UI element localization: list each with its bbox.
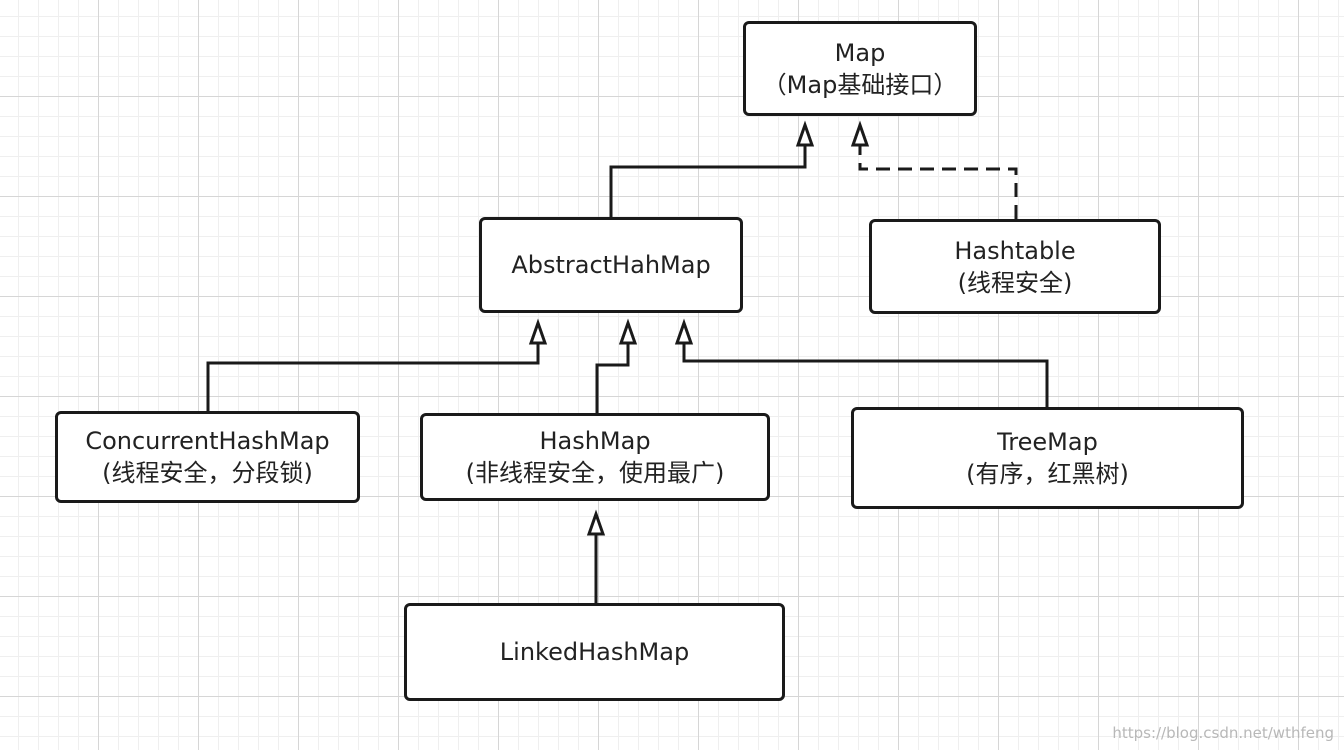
node-linked-hash-map[interactable]: LinkedHashMap [404, 603, 785, 701]
edge-abstract-to-map [609, 145, 807, 217]
edge-linked-to-hashmap-arrowhead [586, 509, 606, 536]
node-concurrent-hash-map-title: ConcurrentHashMap [85, 427, 330, 455]
edge-hashmap-to-abstract-arrowhead [618, 318, 638, 345]
edge-treemap-to-abstract-arrowhead [674, 318, 694, 345]
node-concurrent-hash-map[interactable]: ConcurrentHashMap (线程安全，分段锁) [55, 411, 360, 503]
edge-hashtable-to-map-arrowhead [850, 120, 870, 147]
node-linked-hash-map-title: LinkedHashMap [499, 638, 690, 666]
node-map-title: Map [834, 38, 886, 67]
node-hashtable-subtitle: (线程安全) [957, 268, 1073, 297]
node-abstract-hah-map[interactable]: AbstractHahMap [479, 217, 743, 313]
node-abstract-hah-map-title: AbstractHahMap [511, 251, 711, 279]
node-map-subtitle: （Map基础接口） [762, 70, 958, 99]
edge-hashtable-to-map [858, 145, 1018, 219]
node-hash-map-title: HashMap [539, 427, 651, 455]
edge-concurrent-to-abstract-arrowhead [528, 318, 548, 345]
node-hash-map-subtitle: (非线程安全，使用最广) [465, 459, 725, 487]
edge-abstract-to-map-arrowhead [795, 120, 815, 147]
node-hashtable[interactable]: Hashtable (线程安全) [869, 219, 1161, 314]
edge-concurrent-to-abstract [206, 343, 540, 411]
node-tree-map-subtitle: (有序，红黑树) [966, 460, 1129, 488]
edge-treemap-to-abstract [682, 343, 1049, 407]
node-tree-map[interactable]: TreeMap (有序，红黑树) [851, 407, 1244, 509]
node-tree-map-title: TreeMap [997, 428, 1098, 456]
edge-hashmap-to-abstract [595, 343, 630, 413]
node-hash-map[interactable]: HashMap (非线程安全，使用最广) [420, 413, 770, 501]
node-concurrent-hash-map-subtitle: (线程安全，分段锁) [102, 459, 313, 487]
node-map[interactable]: Map （Map基础接口） [743, 21, 977, 116]
watermark-text: https://blog.csdn.net/wthfeng [1112, 724, 1334, 742]
node-hashtable-title: Hashtable [954, 236, 1076, 265]
